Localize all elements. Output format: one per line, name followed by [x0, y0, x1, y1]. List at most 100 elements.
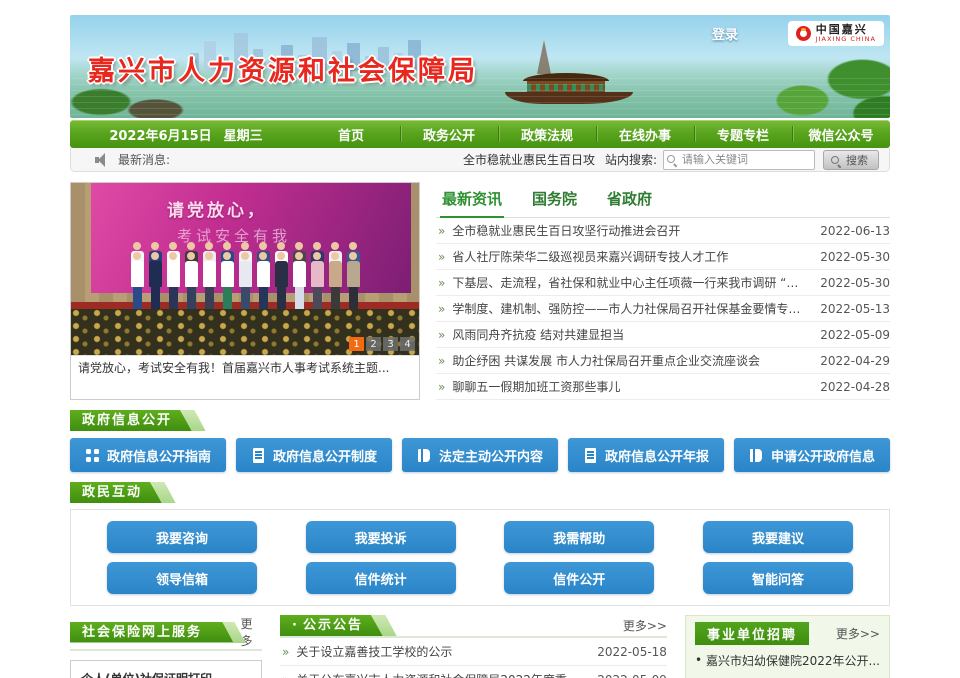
info-system-button[interactable]: 政府信息公开制度 [236, 438, 392, 472]
announcement-item[interactable]: » 关于设立嘉善技工学校的公示 2022-05-18 [280, 638, 667, 666]
site-search-label: 站内搜索: [605, 151, 657, 168]
main-nav: 2022年6月15日 星期三 首页 政务公开 政策法规 在线办事 专题专栏 微信… [70, 120, 890, 148]
news-title[interactable]: 下基层、走流程，省社保和就业中心主任项薇一行来我市调研 “国统” 上线情况 [452, 274, 810, 291]
search-input[interactable] [663, 150, 815, 170]
recruitment-item[interactable]: •嘉兴市妇幼保健院2022年公开... [695, 645, 880, 675]
letter-disclosure-button[interactable]: 信件公开 [504, 562, 654, 594]
news-list: »全市稳就业惠民生百日攻坚行动推进会召开2022-06-13 »省人社厅陈荣华二… [436, 218, 890, 400]
complaint-button[interactable]: 我要投诉 [306, 521, 456, 553]
info-guide-button[interactable]: 政府信息公开指南 [70, 438, 226, 472]
nav-item-special-topics[interactable]: 专题专栏 [694, 120, 792, 148]
recruitment-list: •嘉兴市妇幼保健院2022年公开... •2022年嘉兴市属事业单位公开... … [695, 645, 880, 678]
news-title[interactable]: 风雨同舟齐抗疫 结对共建显担当 [452, 326, 810, 343]
info-annual-report-button[interactable]: 政府信息公开年报 [568, 438, 724, 472]
news-item[interactable]: » 助企纾困 共谋发展 市人力社保局召开重点企业交流座谈会 2022-04-29 [436, 348, 890, 374]
info-button-label: 法定主动公开内容 [439, 446, 543, 465]
more-link[interactable]: 更多>> [623, 617, 667, 634]
speaker-icon [95, 153, 110, 166]
more-link[interactable]: 更多>> [836, 625, 880, 642]
slideshow-photo[interactable]: 请党放心， 考试安全有我 1 2 3 4 [71, 183, 419, 355]
arrow-icon: » [438, 354, 445, 368]
nav-item-policies[interactable]: 政策法规 [498, 120, 596, 148]
recruitment-title[interactable]: 嘉兴市妇幼保健院2022年公开... [706, 652, 880, 669]
bottom-row: 社会保险网上服务大厅 更多 个人(单位)社保证明打印 办事指南 ·公示公告 更多… [70, 615, 890, 678]
news-title[interactable]: 助企纾困 共谋发展 市人力社保局召开重点企业交流座谈会 [452, 352, 810, 369]
news-tabs: 最新资讯 国务院 省政府 [436, 182, 890, 218]
news-item[interactable]: »学制度、建机制、强防控——市人力社保局召开社保基金要情专题学习会2022-05… [436, 296, 890, 322]
info-apply-button[interactable]: 申请公开政府信息 [734, 438, 890, 472]
news-date: 2022-04-29 [820, 354, 890, 368]
photo-slideshow[interactable]: 请党放心， 考试安全有我 1 2 3 4 请党放心，考试安全有我！首届嘉兴市人事… [70, 182, 420, 400]
main-content-row: 请党放心， 考试安全有我 1 2 3 4 请党放心，考试安全有我！首届嘉兴市人事… [70, 182, 890, 400]
dot-icon: · [292, 618, 299, 633]
consult-button[interactable]: 我要咨询 [107, 521, 257, 553]
search-button[interactable]: 搜索 [823, 150, 879, 170]
section-title: 事业单位招聘 [695, 622, 809, 645]
pager-button-1[interactable]: 1 [349, 337, 364, 351]
login-link[interactable]: 登录 [712, 24, 738, 43]
arrow-icon: » [282, 645, 289, 659]
more-link[interactable]: 更多 [240, 615, 262, 649]
letter-statistics-button[interactable]: 信件统计 [306, 562, 456, 594]
social-insurance-panel: 社会保险网上服务大厅 更多 个人(单位)社保证明打印 办事指南 [70, 615, 262, 678]
logo-subtitle: JIAXING CHINA [816, 36, 876, 43]
photo-people-front-row [75, 252, 415, 309]
pager-button-3[interactable]: 3 [383, 337, 398, 351]
news-date: 2022-05-30 [820, 276, 890, 290]
news-date: 2022-05-09 [820, 328, 890, 342]
smart-qa-button[interactable]: 智能问答 [703, 562, 853, 594]
interaction-buttons: 我要咨询 我要投诉 我需帮助 我要建议 领导信箱 信件统计 信件公开 智能问答 [70, 509, 890, 606]
book-icon [749, 448, 764, 463]
section-title: 政民互动 [70, 482, 162, 503]
need-help-button[interactable]: 我需帮助 [504, 521, 654, 553]
page: 嘉兴市人力资源和社会保障局 登录 中国嘉兴JIAXING CHINA 2022年… [70, 15, 890, 678]
news-item[interactable]: »省人社厅陈荣华二级巡视员来嘉兴调研专技人才工作2022-05-30 [436, 244, 890, 270]
pager-button-2[interactable]: 2 [366, 337, 381, 351]
jiaxing-logo[interactable]: 中国嘉兴JIAXING CHINA [788, 21, 884, 46]
grid-icon [85, 448, 100, 463]
news-title[interactable]: 省人社厅陈荣华二级巡视员来嘉兴调研专技人才工作 [452, 248, 810, 265]
nav-item-home[interactable]: 首页 [302, 120, 400, 148]
service-item-certificate-print[interactable]: 个人(单位)社保证明打印 [70, 660, 262, 678]
nav-item-online-services[interactable]: 在线办事 [596, 120, 694, 148]
arrow-icon: » [282, 673, 289, 678]
news-ticker-bar: 最新消息: 全市稳就业惠民生百日攻 站内搜索: 搜索 [70, 148, 890, 172]
tab-latest-news[interactable]: 最新资讯 [440, 186, 504, 218]
arrow-icon: » [438, 380, 445, 394]
news-date: 2022-06-13 [820, 224, 890, 238]
nav-item-gov-affairs[interactable]: 政务公开 [400, 120, 498, 148]
announcement-title[interactable]: 关于公布嘉兴市人力资源和社会保障局2022年度重大行政决策事... [296, 671, 587, 678]
interaction-section: 政民互动 我要咨询 我要投诉 我需帮助 我要建议 领导信箱 信件统计 信件公开 … [70, 482, 890, 606]
header-banner: 嘉兴市人力资源和社会保障局 登录 中国嘉兴JIAXING CHINA [70, 15, 890, 118]
ticker-scrolling-text[interactable]: 全市稳就业惠民生百日攻 [463, 151, 595, 168]
news-date: 2022-05-13 [820, 302, 890, 316]
announcement-date: 2022-05-18 [597, 645, 667, 659]
news-item[interactable]: »下基层、走流程，省社保和就业中心主任项薇一行来我市调研 “国统” 上线情况20… [436, 270, 890, 296]
news-item[interactable]: »风雨同舟齐抗疫 结对共建显担当2022-05-09 [436, 322, 890, 348]
news-title[interactable]: 聊聊五一假期加班工资那些事儿 [452, 378, 810, 395]
announcement-title[interactable]: 关于设立嘉善技工学校的公示 [296, 643, 587, 660]
tab-state-council[interactable]: 国务院 [530, 186, 579, 217]
info-button-label: 政府信息公开年报 [605, 446, 709, 465]
news-title[interactable]: 学制度、建机制、强防控——市人力社保局召开社保基金要情专题学习会 [452, 300, 810, 317]
suggestion-button[interactable]: 我要建议 [703, 521, 853, 553]
slideshow-caption[interactable]: 请党放心，考试安全有我！首届嘉兴市人事考试系统主题... [71, 355, 419, 378]
pager-button-4[interactable]: 4 [400, 337, 415, 351]
nav-item-wechat[interactable]: 微信公众号 [792, 120, 890, 148]
search-input-wrap [663, 150, 815, 170]
date-text: 2022年6月15日 [109, 125, 211, 144]
info-statutory-button[interactable]: 法定主动公开内容 [402, 438, 558, 472]
news-item[interactable]: »聊聊五一假期加班工资那些事儿2022-04-28 [436, 374, 890, 400]
photo-overlay-text-1: 请党放心， [167, 196, 267, 221]
announcement-item[interactable]: »关于公布嘉兴市人力资源和社会保障局2022年度重大行政决策事...2022-0… [280, 666, 667, 678]
announcements-panel: ·公示公告 更多>> »关于设立嘉善技工学校的公示2022-05-18 »关于公… [280, 615, 667, 678]
news-title[interactable]: 全市稳就业惠民生百日攻坚行动推进会召开 [452, 222, 810, 239]
leader-mailbox-button[interactable]: 领导信箱 [107, 562, 257, 594]
tab-provincial-gov[interactable]: 省政府 [605, 186, 654, 217]
info-button-label: 申请公开政府信息 [771, 446, 875, 465]
news-item[interactable]: »全市稳就业惠民生百日攻坚行动推进会召开2022-06-13 [436, 218, 890, 244]
nav-date: 2022年6月15日 星期三 [70, 120, 302, 148]
info-button-label: 政府信息公开指南 [107, 446, 211, 465]
interaction-header: 政民互动 [70, 482, 890, 503]
search-button-icon [831, 156, 841, 166]
